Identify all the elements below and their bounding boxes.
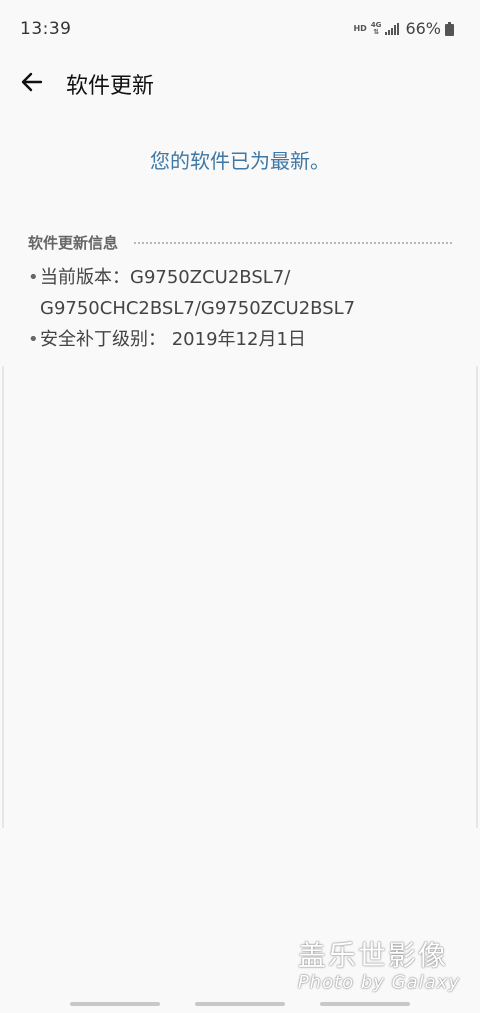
info-item-current-version: • 当前版本：G9750ZCU2BSL7/ G9750CHC2BSL7/G975… xyxy=(28,262,452,324)
battery-icon xyxy=(445,21,454,36)
info-item-security-patch: • 安全补丁级别： 2019年12月1日 xyxy=(28,324,452,355)
update-info-section: 软件更新信息 • 当前版本：G9750ZCU2BSL7/ G9750CHC2BS… xyxy=(28,230,452,355)
status-bar: 13:39 HD 4G ⇅ 66% xyxy=(0,0,480,60)
bullet: • xyxy=(28,329,39,350)
watermark-sub: Photo by Galaxy xyxy=(297,972,460,993)
network-icon: 4G ⇅ xyxy=(371,21,382,36)
page-title: 软件更新 xyxy=(66,74,155,99)
app-header: 软件更新 xyxy=(0,58,480,106)
nav-gesture-hint-home[interactable] xyxy=(195,1002,285,1006)
data-arrows-icon: ⇅ xyxy=(373,27,380,36)
status-time: 13:39 xyxy=(20,19,72,39)
edge-line-right xyxy=(476,366,478,828)
update-status-message: 您的软件已为最新。 xyxy=(150,149,330,173)
watermark-main: 盖乐世影像 xyxy=(297,939,448,972)
edge-line-left xyxy=(2,366,4,828)
current-version-label: 当前版本： xyxy=(40,267,130,288)
hd-icon: HD xyxy=(353,23,367,33)
nav-gesture-hint-recents[interactable] xyxy=(70,1002,160,1006)
back-button[interactable] xyxy=(14,64,50,100)
watermark: 盖乐世影像 Photo by Galaxy xyxy=(298,940,460,994)
nav-gesture-hint-back[interactable] xyxy=(320,1002,410,1006)
bullet: • xyxy=(28,267,39,288)
info-heading: 软件更新信息 xyxy=(28,233,119,252)
current-version-value-line1: G9750ZCU2BSL7/ xyxy=(130,267,291,288)
dotted-divider xyxy=(134,242,452,244)
current-version-value-line2: G9750CHC2BSL7/G9750ZCU2BSL7 xyxy=(40,298,356,319)
signal-icon xyxy=(385,22,400,35)
security-patch-label: 安全补丁级别： xyxy=(40,329,166,350)
security-patch-value: 2019年12月1日 xyxy=(171,329,306,350)
info-list: • 当前版本：G9750ZCU2BSL7/ G9750CHC2BSL7/G975… xyxy=(28,262,452,355)
status-icons: HD 4G ⇅ 66% xyxy=(353,19,454,38)
screen: 13:39 HD 4G ⇅ 66% 软件更新 您的软件已为最新。 软件更新信息 … xyxy=(0,0,480,1013)
battery-percent: 66% xyxy=(405,19,441,38)
info-heading-row: 软件更新信息 xyxy=(28,230,452,254)
arrow-left-icon xyxy=(21,72,43,92)
